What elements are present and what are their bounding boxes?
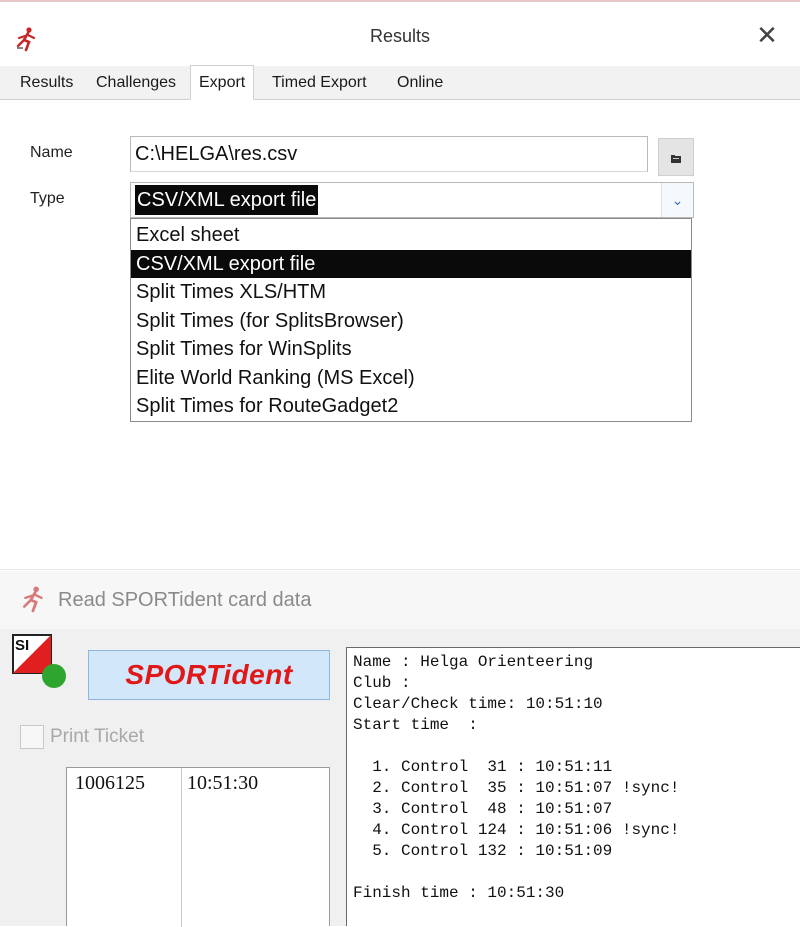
tab-challenges[interactable]: Challenges bbox=[94, 66, 178, 100]
tab-export[interactable]: Export bbox=[190, 65, 255, 100]
readout-line: Start time : bbox=[353, 716, 478, 734]
close-button[interactable]: ✕ bbox=[752, 20, 782, 50]
column-divider bbox=[181, 768, 182, 927]
chevron-down-icon[interactable]: ⌄ bbox=[661, 183, 693, 217]
dropdown-option[interactable]: CSV/XML export file bbox=[131, 249, 691, 278]
window-title: Results bbox=[369, 26, 431, 46]
sportident-button[interactable]: SPORTident bbox=[88, 650, 330, 700]
type-dropdown-list: Excel sheet CSV/XML export file Split Ti… bbox=[130, 218, 692, 422]
dropdown-option[interactable]: Split Times XLS/HTM bbox=[131, 278, 691, 307]
dropdown-option[interactable]: Excel sheet bbox=[131, 221, 691, 250]
app-runner-icon bbox=[23, 586, 43, 613]
read-card-window: Read SPORTident card data SI SPORTident … bbox=[0, 571, 800, 927]
read-card-titlebar: Read SPORTident card data bbox=[0, 571, 800, 629]
results-titlebar: Results ✕ bbox=[0, 2, 800, 66]
type-select[interactable]: CSV/XML export file ⌄ bbox=[130, 182, 694, 218]
readout-line: 5. Control 132 : 10:51:09 bbox=[353, 842, 613, 860]
readout-line: Club : bbox=[353, 674, 411, 692]
browse-button[interactable] bbox=[658, 138, 694, 176]
readout-line: 4. Control 124 : 10:51:06 !sync! bbox=[353, 821, 680, 839]
window-gap bbox=[0, 530, 800, 570]
name-field[interactable]: C:\HELGA\res.csv bbox=[130, 136, 648, 172]
name-label: Name bbox=[30, 144, 73, 161]
card-list[interactable]: 1006125 10:51:30 bbox=[66, 767, 330, 927]
folder-icon bbox=[671, 154, 681, 163]
print-ticket-label: Print Ticket bbox=[50, 726, 144, 747]
export-panel: Name C:\HELGA\res.csv Type CSV/XML expor… bbox=[0, 100, 800, 530]
results-window: Results ✕ Results Challenges Export Time… bbox=[0, 0, 800, 530]
readout-line: Name : Helga Orienteering bbox=[353, 653, 594, 671]
tab-results[interactable]: Results bbox=[18, 66, 75, 100]
si-logo: SI bbox=[12, 634, 66, 688]
tab-bar: Results Challenges Export Timed Export O… bbox=[0, 65, 800, 100]
dropdown-option[interactable]: Split Times for RouteGadget2 bbox=[131, 392, 691, 421]
tab-timed-export[interactable]: Timed Export bbox=[270, 66, 369, 100]
readout-line: 2. Control 35 : 10:51:07 !sync! bbox=[353, 779, 680, 797]
card-time[interactable]: 10:51:30 bbox=[187, 772, 258, 795]
tab-online[interactable]: Online bbox=[395, 66, 445, 100]
type-select-value: CSV/XML export file bbox=[135, 185, 319, 215]
dropdown-option[interactable]: Split Times (for SplitsBrowser) bbox=[131, 307, 691, 336]
si-logo-text: SI bbox=[15, 637, 29, 654]
dropdown-option[interactable]: Elite World Ranking (MS Excel) bbox=[131, 364, 691, 393]
readout-line: Finish time : 10:51:30 bbox=[353, 884, 565, 902]
read-card-title: Read SPORTident card data bbox=[58, 589, 312, 611]
dropdown-option[interactable]: Split Times for WinSplits bbox=[131, 335, 691, 364]
print-ticket-checkbox[interactable] bbox=[20, 725, 44, 749]
card-readout-text: Name : Helga Orienteering Club : Clear/C… bbox=[346, 647, 800, 926]
readout-line: 1. Control 31 : 10:51:11 bbox=[353, 758, 613, 776]
readout-line: Clear/Check time: 10:51:10 bbox=[353, 695, 603, 713]
readout-line: 3. Control 48 : 10:51:07 bbox=[353, 800, 613, 818]
card-number[interactable]: 1006125 bbox=[75, 772, 145, 795]
type-label: Type bbox=[30, 190, 65, 207]
